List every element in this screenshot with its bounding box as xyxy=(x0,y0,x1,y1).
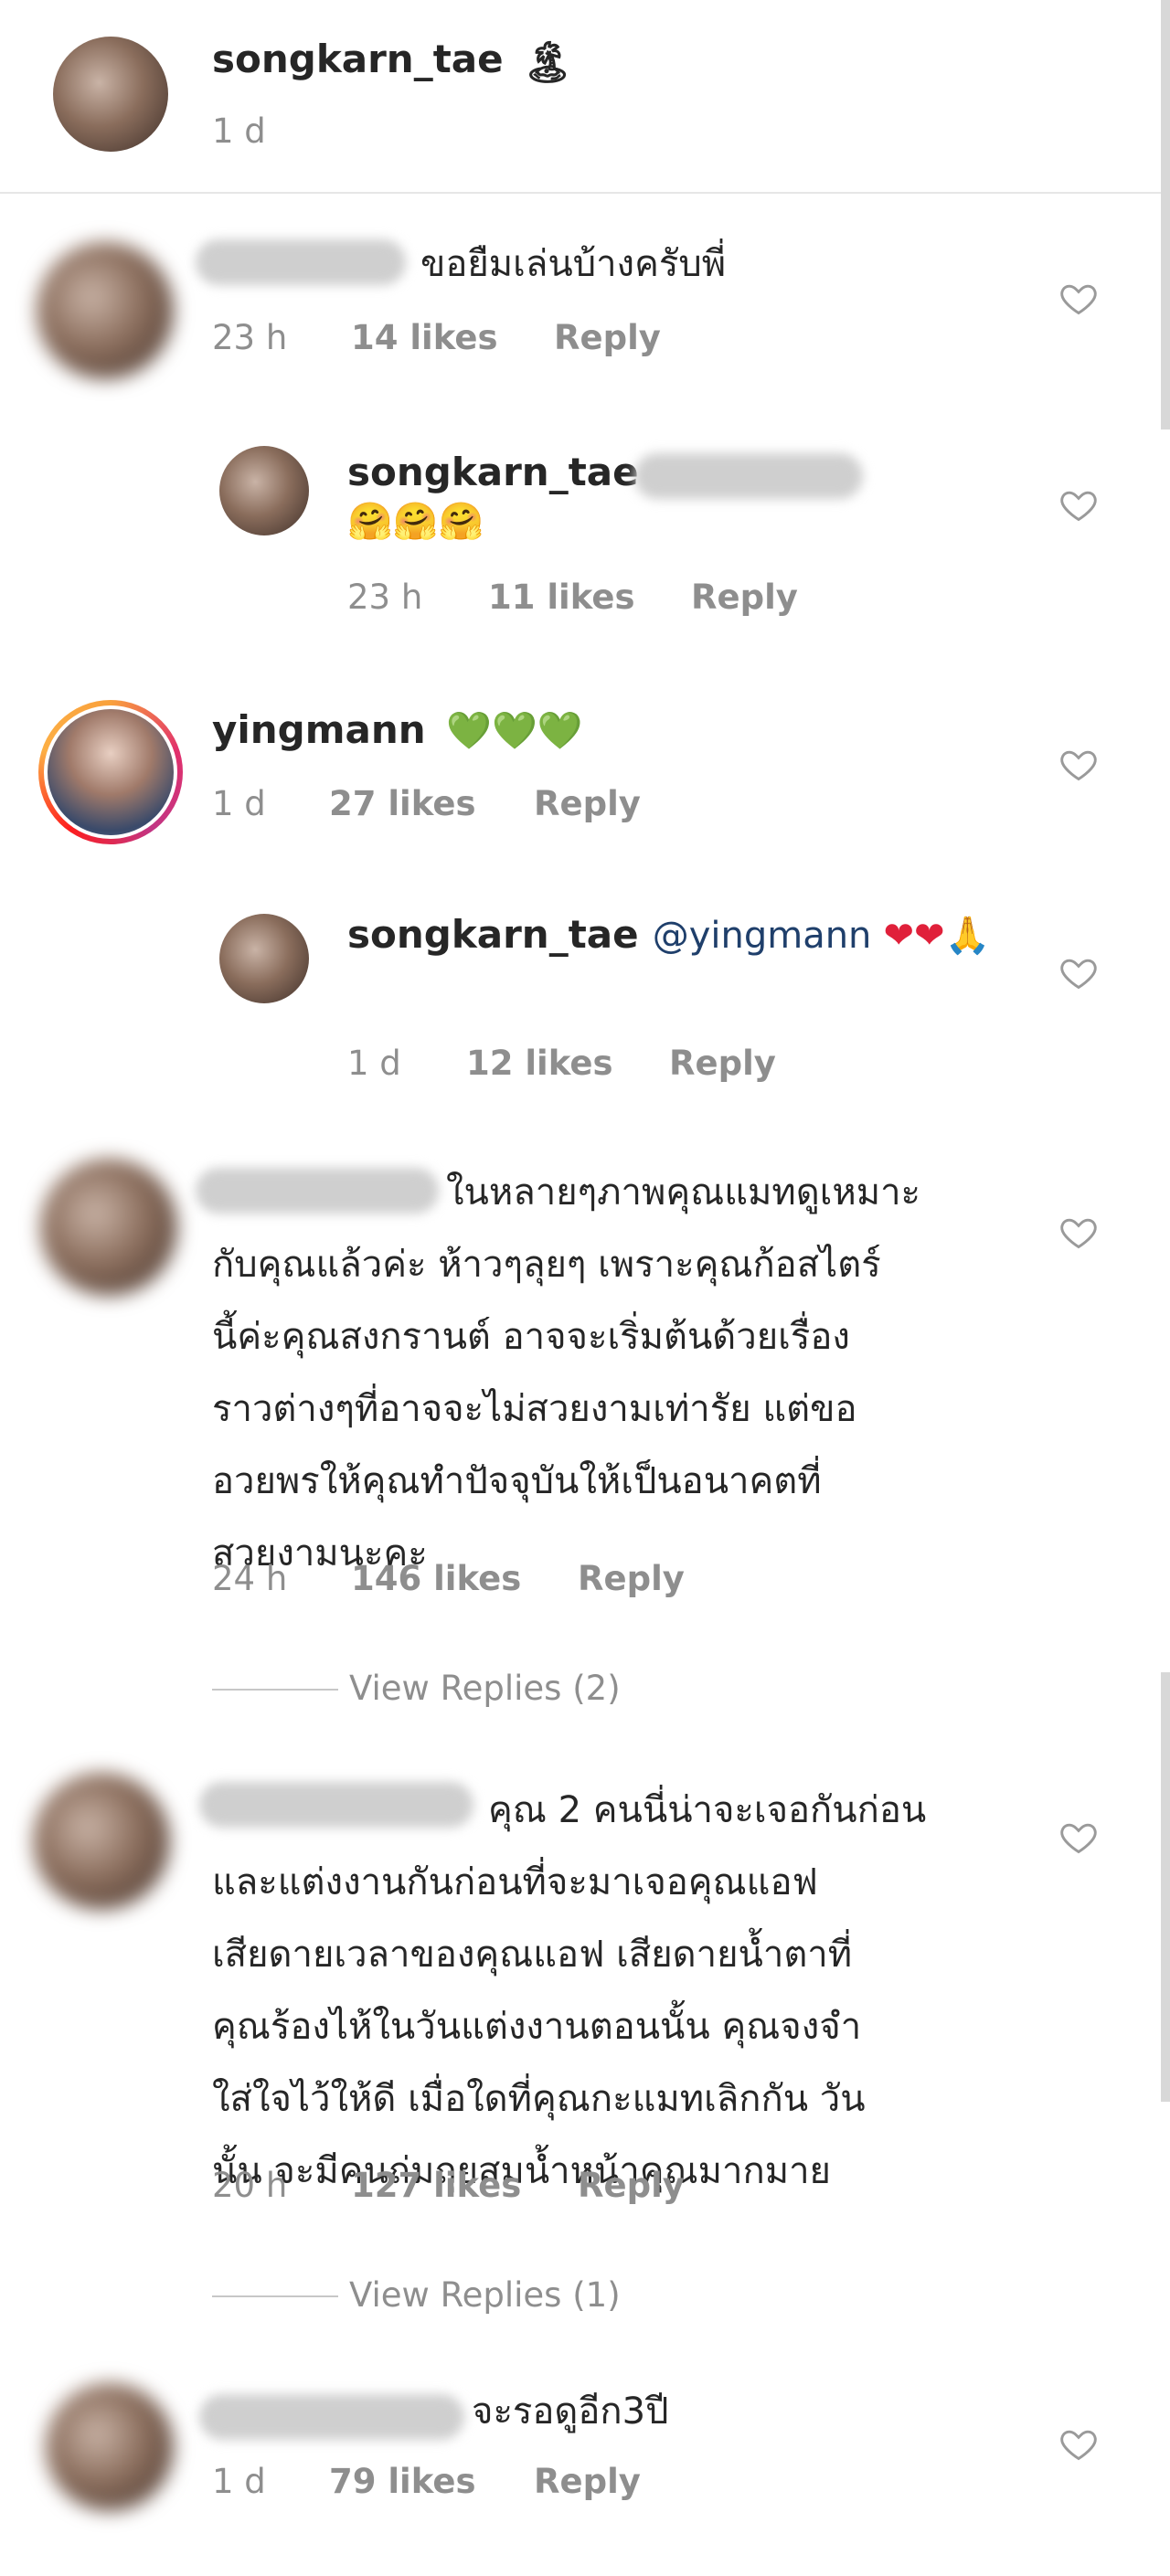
heart-outline-icon[interactable] xyxy=(1058,278,1099,318)
like-count[interactable]: 146 likes xyxy=(351,1559,521,1598)
avatar-blurred[interactable] xyxy=(37,242,174,379)
reply-button[interactable]: Reply xyxy=(534,2462,641,2501)
reply-button[interactable]: Reply xyxy=(691,578,798,617)
avatar xyxy=(48,709,174,835)
heart-outline-icon[interactable] xyxy=(1058,952,1099,992)
comment-time: 23 h xyxy=(347,578,423,617)
reply-button[interactable]: Reply xyxy=(669,1044,776,1083)
header-divider xyxy=(0,192,1161,194)
reply-button[interactable]: Reply xyxy=(534,784,641,823)
reply-button[interactable]: Reply xyxy=(578,2166,685,2205)
avatar[interactable] xyxy=(219,446,309,535)
like-count[interactable]: 127 likes xyxy=(351,2166,521,2205)
comment-text: ในหลายๆภาพคุณแมทดูเหมาะ กับคุณแล้วค่ะ ห้… xyxy=(212,1171,921,1574)
comment-text: จะรอดูอีก3ปี xyxy=(472,2390,669,2433)
comment-time: 1 d xyxy=(347,1044,401,1083)
like-count[interactable]: 79 likes xyxy=(329,2462,475,2501)
view-replies-button[interactable]: View Replies (1) xyxy=(349,2275,621,2315)
avatar[interactable] xyxy=(53,37,168,152)
island-emoji: 🏝 xyxy=(522,38,574,86)
like-count[interactable]: 12 likes xyxy=(466,1044,612,1083)
mention-link[interactable]: @yingmann xyxy=(653,915,872,957)
comment-time: 1 d xyxy=(212,2462,266,2501)
heart-outline-icon[interactable] xyxy=(1058,1817,1099,1857)
reply-button[interactable]: Reply xyxy=(554,318,661,357)
view-replies-button[interactable]: View Replies (2) xyxy=(349,1669,621,1708)
view-replies-line xyxy=(212,1689,338,1691)
comment-time: 1 d xyxy=(212,784,266,823)
avatar-blurred[interactable] xyxy=(33,1773,170,1910)
comment-text: คุณ 2 คนนี่น่าจะเจอกันก่อน และแต่งงานกัน… xyxy=(212,1789,927,2192)
heart-outline-icon[interactable] xyxy=(1058,2423,1099,2464)
heart-outline-icon[interactable] xyxy=(1058,744,1099,784)
story-ring[interactable] xyxy=(38,700,183,844)
like-count[interactable]: 27 likes xyxy=(329,784,475,823)
green-heart-emoji: 💚💚💚 xyxy=(446,710,583,752)
heart-outline-icon[interactable] xyxy=(1058,1212,1099,1252)
scrollbar-lower[interactable] xyxy=(1161,1672,1170,2102)
heart-outline-icon[interactable] xyxy=(1058,484,1099,525)
comment-time: 20 h xyxy=(212,2166,288,2205)
avatar-blurred[interactable] xyxy=(40,1159,177,1296)
like-count[interactable]: 14 likes xyxy=(351,318,497,357)
comment-time: 23 h xyxy=(212,318,288,357)
avatar[interactable] xyxy=(219,914,309,1003)
heart-emoji: ❤❤🙏 xyxy=(883,915,991,957)
comment-time: 24 h xyxy=(212,1559,288,1598)
hug-emoji: 🤗🤗🤗 xyxy=(347,501,484,543)
blurred-username xyxy=(199,2394,464,2440)
comment-text: ขอยืมเล่นบ้างครับพี่ xyxy=(420,243,727,285)
view-replies-line xyxy=(212,2295,338,2297)
avatar-blurred[interactable] xyxy=(46,2383,174,2511)
username[interactable]: songkarn_tae xyxy=(212,37,504,81)
reply-username[interactable]: songkarn_tae xyxy=(347,450,639,494)
reply-body: songkarn_tae @yingmann ❤❤🙏 xyxy=(347,912,1024,957)
like-count[interactable]: 11 likes xyxy=(488,578,634,617)
reply-username[interactable]: songkarn_tae xyxy=(347,912,639,957)
scrollbar[interactable] xyxy=(1161,0,1170,429)
blurred-username xyxy=(196,239,406,285)
comment-username[interactable]: yingmann 💚💚💚 xyxy=(212,707,583,752)
reply-button[interactable]: Reply xyxy=(578,1559,685,1598)
header-time: 1 d xyxy=(212,111,266,151)
header-username[interactable]: songkarn_tae 🏝 xyxy=(212,37,573,86)
blurred-mention xyxy=(634,453,863,499)
